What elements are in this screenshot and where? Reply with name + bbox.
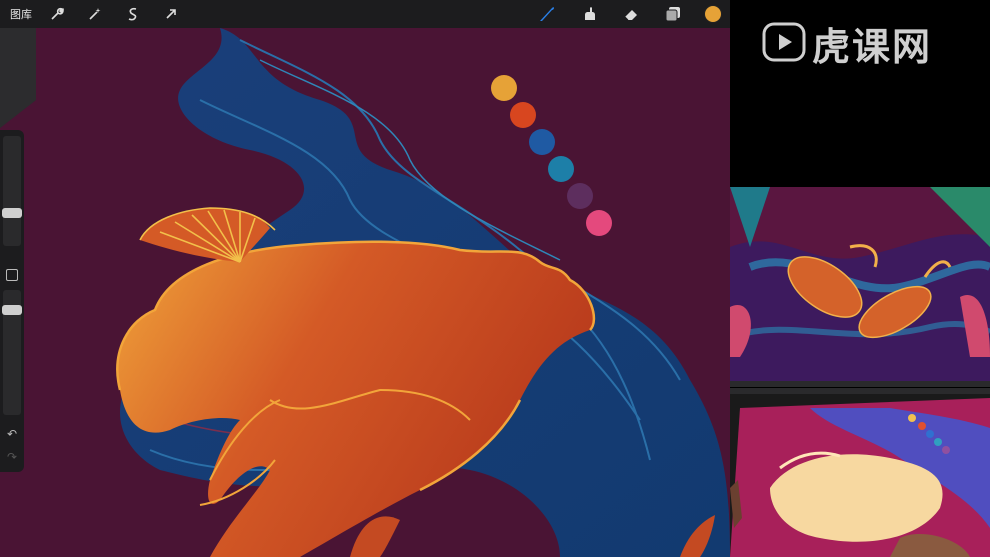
drawing-canvas[interactable]	[0, 0, 730, 557]
layers-icon[interactable]	[662, 3, 684, 25]
undo-button[interactable]: ↶	[5, 427, 19, 441]
selection-icon[interactable]	[122, 3, 144, 25]
current-color-swatch[interactable]	[704, 5, 722, 23]
top-toolbar: 图库	[0, 0, 730, 28]
brush-icon[interactable]	[536, 3, 558, 25]
brush-size-thumb[interactable]	[2, 208, 22, 218]
palette-swatch[interactable]	[586, 210, 612, 236]
opacity-thumb[interactable]	[2, 305, 22, 315]
redo-button[interactable]: ↷	[5, 450, 19, 464]
gallery-button[interactable]: 图库	[10, 6, 32, 22]
logo-text: 虎课网	[812, 25, 933, 69]
logo-mark-icon	[762, 22, 806, 62]
wrench-icon[interactable]	[46, 3, 68, 25]
palette-swatch[interactable]	[567, 183, 593, 209]
palette-swatch[interactable]	[529, 129, 555, 155]
palette-swatch[interactable]	[548, 156, 574, 182]
reference-image	[730, 187, 990, 387]
eraser-icon[interactable]	[620, 3, 642, 25]
smudge-icon[interactable]	[578, 3, 600, 25]
webcam-video-feed	[730, 388, 990, 557]
modify-button[interactable]	[6, 269, 18, 281]
magic-wand-icon[interactable]	[84, 3, 106, 25]
palette-swatch[interactable]	[491, 75, 517, 101]
palette-swatch[interactable]	[510, 102, 536, 128]
transform-arrow-icon[interactable]	[160, 3, 182, 25]
procreate-app: 图库 ↶ ↷	[0, 0, 730, 557]
brush-size-slider[interactable]	[3, 136, 21, 246]
left-sidebar: ↶ ↷	[0, 130, 24, 472]
